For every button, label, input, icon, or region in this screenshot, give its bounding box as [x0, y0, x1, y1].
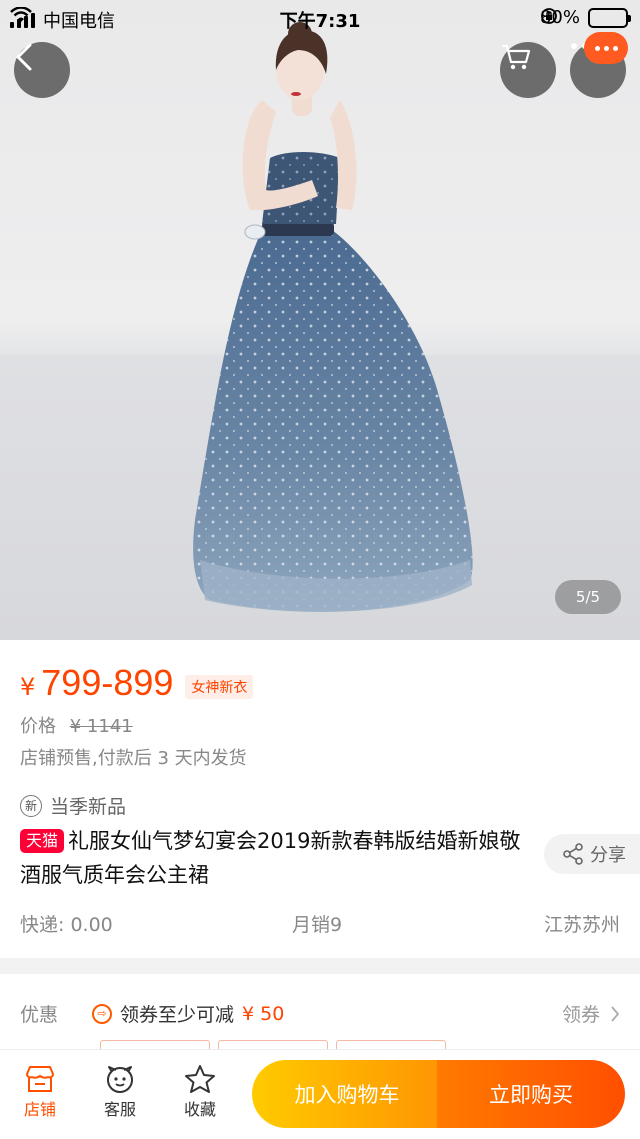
product-title-text: 礼服女仙气梦幻宴会2019新款春韩版结婚新娘敬酒服气质年会公主裙 — [20, 829, 521, 887]
chevron-right-icon — [611, 1005, 620, 1022]
service-label: 客服 — [103, 1100, 136, 1119]
coupon-label: 优惠 — [20, 1004, 59, 1026]
product-image[interactable]: 中国电信 下午7:31 80% 5/5 — [0, 0, 640, 640]
season-label: 当季新品 — [50, 796, 127, 818]
price-row: ¥ 799-899 女神新衣 — [20, 662, 254, 704]
store-label: 店铺 — [23, 1100, 56, 1119]
season-new-row: 新 当季新品 — [20, 792, 126, 819]
new-badge-icon: 新 — [20, 794, 42, 817]
gown-illustration — [193, 22, 473, 612]
favorite-label: 收藏 — [183, 1100, 216, 1119]
price-range: 799-899 — [41, 662, 174, 703]
status-bar: 中国电信 下午7:31 80% — [0, 0, 640, 36]
original-price-label: 价格 — [20, 716, 56, 737]
coupon-offer: ⇨ 领券至少可减 ¥ 50 — [92, 1000, 284, 1027]
coupon-amount: ¥ 50 — [242, 1002, 285, 1025]
get-coupon-label: 领券 — [561, 1004, 600, 1026]
currency-symbol: ¥ — [20, 673, 36, 701]
orientation-lock-icon — [541, 8, 557, 24]
customer-service-tab[interactable]: 客服 — [90, 1062, 150, 1120]
share-label: 分享 — [590, 845, 626, 866]
product-title: 天猫 礼服女仙气梦幻宴会2019新款春韩版结婚新娘敬酒服气质年会公主裙 — [20, 824, 525, 892]
service-icon — [107, 1066, 133, 1093]
ship-location: 江苏苏州 — [543, 914, 620, 936]
add-to-cart-button[interactable]: 加入购物车 — [252, 1060, 442, 1128]
bottom-action-bar: 店铺 客服 收藏 加入购物车 立即购买 — [0, 1049, 640, 1139]
message-badge — [584, 32, 628, 64]
cart-button[interactable] — [500, 42, 556, 98]
image-counter: 5/5 — [555, 580, 621, 614]
cart-icon — [502, 44, 531, 70]
star-icon — [185, 1065, 215, 1093]
get-coupon-button[interactable]: 领券 — [562, 1000, 620, 1027]
original-price: ¥ 1141 — [69, 716, 133, 737]
shipping-fee: 快递: 0.00 — [20, 914, 113, 936]
product-info: ¥ 799-899 女神新衣 价格 ¥ 1141 店铺预售,付款后 3 天内发货… — [0, 640, 640, 958]
buy-now-button[interactable]: 立即购买 — [437, 1060, 625, 1128]
store-icon — [26, 1066, 54, 1092]
store-tab[interactable]: 店铺 — [10, 1062, 70, 1120]
share-icon — [563, 843, 583, 865]
favorite-tab[interactable]: 收藏 — [170, 1062, 230, 1120]
share-button[interactable]: 分享 — [544, 834, 640, 874]
price-tag-badge: 女神新衣 — [185, 675, 254, 699]
tmall-badge: 天猫 — [20, 829, 65, 853]
back-button[interactable] — [14, 42, 70, 98]
original-price-row: 价格 ¥ 1141 — [20, 712, 133, 738]
chevron-left-icon — [16, 43, 32, 71]
monthly-sales: 月销9 — [292, 914, 343, 936]
presale-note: 店铺预售,付款后 3 天内发货 — [20, 748, 247, 769]
battery-icon — [588, 7, 631, 28]
coupon-offer-text: 领券至少可减 — [120, 1004, 235, 1026]
coupon-icon: ⇨ — [92, 1003, 112, 1024]
